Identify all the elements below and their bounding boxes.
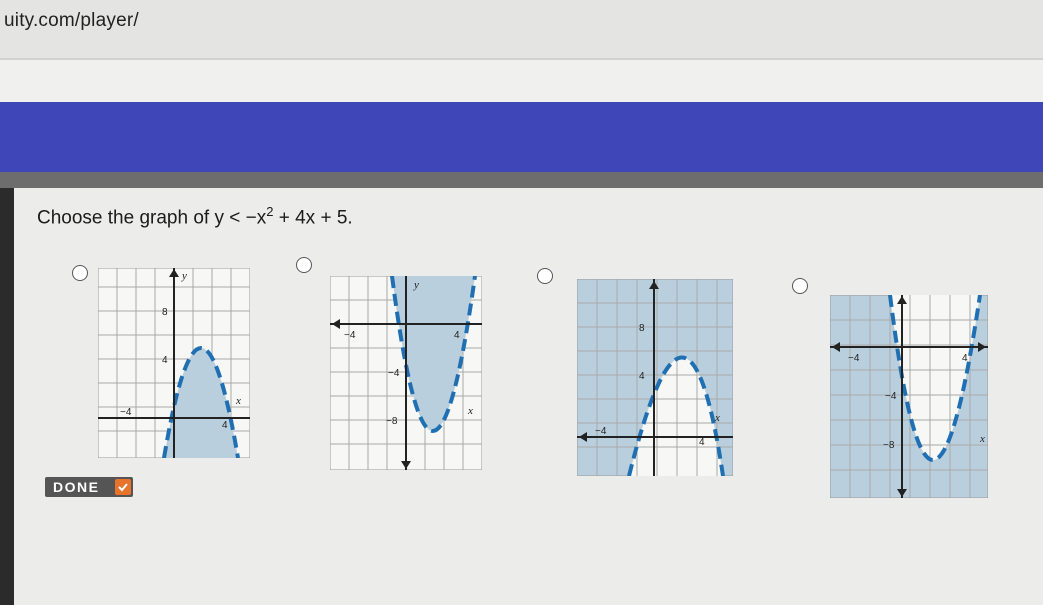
- check-icon: [115, 479, 131, 495]
- option-a-radio[interactable]: [72, 265, 88, 281]
- y-tick-neg4: −4: [388, 368, 400, 379]
- option-b-graph[interactable]: y x −4 4 −4 −8: [330, 276, 482, 470]
- y-tick-8: 8: [162, 307, 168, 318]
- x-axis-label: x: [714, 412, 720, 424]
- y-tick-4: 4: [639, 371, 645, 382]
- y-tick-neg4: −4: [885, 391, 897, 402]
- done-label: DONE: [53, 479, 100, 495]
- x-tick-neg4: −4: [848, 353, 860, 364]
- x-axis-label: x: [979, 433, 985, 445]
- question-lhs: y < −x: [214, 207, 267, 229]
- option-d-graph[interactable]: x −4 4 −4 −8: [830, 295, 988, 498]
- option-d-radio[interactable]: [792, 278, 808, 294]
- y-tick-neg8: −8: [386, 416, 398, 427]
- address-bar[interactable]: uity.com/player/: [0, 0, 1043, 58]
- question-prefix: Choose the graph of: [37, 207, 215, 229]
- x-tick-neg4: −4: [120, 407, 132, 418]
- y-tick-8: 8: [639, 323, 645, 334]
- y-axis-label: y: [413, 279, 419, 291]
- option-c-graph[interactable]: x 8 4 −4 4: [577, 279, 733, 476]
- x-tick-neg4: −4: [344, 330, 356, 341]
- x-axis-label: x: [467, 405, 473, 417]
- option-a-graph[interactable]: y x 8 4 −4 4: [98, 268, 250, 458]
- header-banner: [0, 102, 1043, 172]
- toolbar-strip: [0, 60, 1043, 102]
- option-b-radio[interactable]: [296, 257, 312, 273]
- x-tick-4: 4: [454, 330, 460, 341]
- url-text: uity.com/player/: [4, 10, 139, 31]
- x-axis-label: x: [235, 395, 241, 407]
- question-rhs: + 4x + 5.: [273, 207, 353, 229]
- y-tick-neg8: −8: [883, 440, 895, 451]
- y-axis-label: y: [181, 270, 187, 282]
- option-c-radio[interactable]: [537, 268, 553, 284]
- option-a-graph-svg: y x 8 4 −4 4: [98, 268, 250, 458]
- x-tick-4: 4: [962, 353, 968, 364]
- done-button[interactable]: DONE: [45, 477, 133, 497]
- option-b-graph-svg: y x −4 4 −4 −8: [330, 276, 482, 470]
- question-text: Choose the graph of y < −x2 + 4x + 5.: [37, 204, 353, 229]
- x-tick-neg4: −4: [595, 426, 607, 437]
- y-tick-4: 4: [162, 355, 168, 366]
- option-d-graph-svg: x −4 4 −4 −8: [830, 295, 988, 498]
- x-tick-4: 4: [222, 420, 228, 431]
- header-shadow-band: [0, 172, 1043, 188]
- x-tick-4: 4: [699, 437, 705, 448]
- option-c-graph-svg: x 8 4 −4 4: [577, 279, 733, 476]
